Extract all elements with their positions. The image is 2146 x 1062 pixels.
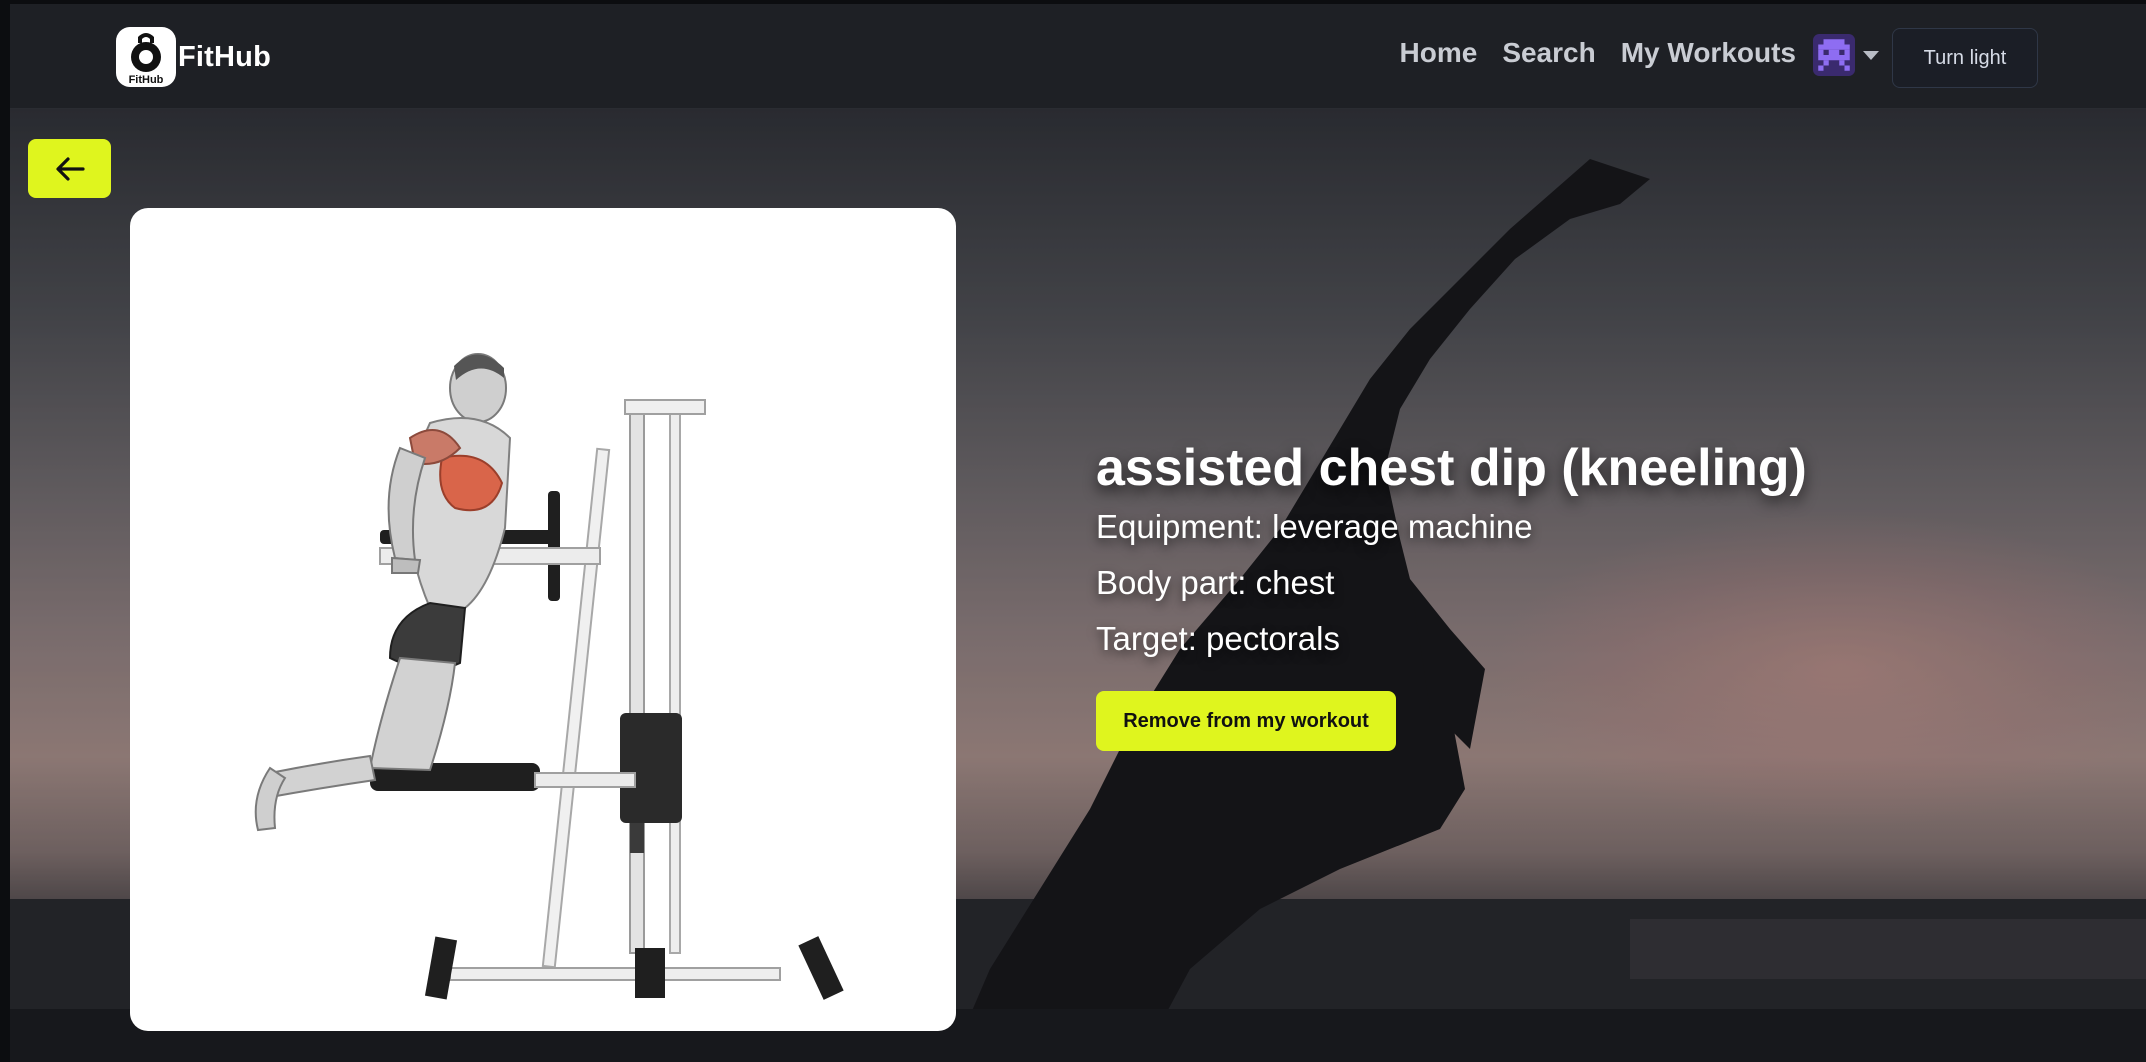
exercise-equipment: Equipment: leverage machine <box>1096 508 1533 545</box>
app-window: FitHub FitHub Home Search My Workouts Tu… <box>10 4 2146 1062</box>
remove-from-workout-button[interactable]: Remove from my workout <box>1096 691 1396 751</box>
brand-link[interactable]: FitHub FitHub <box>116 26 271 88</box>
nav-links: Home Search My Workouts <box>1400 37 1796 69</box>
exercise-title: assisted chest dip (kneeling) <box>1096 439 1807 497</box>
top-navbar: FitHub FitHub Home Search My Workouts Tu… <box>10 4 2146 109</box>
nav-search-link[interactable]: Search <box>1502 37 1595 69</box>
exercise-hero: assisted chest dip (kneeling) Equipment:… <box>10 109 2146 1062</box>
chevron-down-icon <box>1863 50 1879 60</box>
logo-text: FitHub <box>129 74 164 86</box>
brand-name: FitHub <box>178 40 272 73</box>
theme-toggle-button[interactable]: Turn light <box>1892 28 2038 88</box>
user-menu-toggle[interactable] <box>1813 34 1879 76</box>
exercise-info: assisted chest dip (kneeling) Equipment:… <box>1096 437 2096 751</box>
exercise-body-part: Body part: chest <box>1096 564 1335 601</box>
pixel-invader-avatar-icon <box>1813 34 1855 76</box>
exercise-illustration <box>254 353 844 1000</box>
nav-my-workouts-link[interactable]: My Workouts <box>1621 37 1796 69</box>
exercise-target: Target: pectorals <box>1096 620 1340 657</box>
arrow-left-icon <box>55 156 85 181</box>
nav-home-link[interactable]: Home <box>1400 37 1478 69</box>
exercise-image-card <box>130 208 956 1031</box>
fithub-logo-icon: FitHub <box>116 27 176 87</box>
back-button[interactable] <box>28 139 111 198</box>
